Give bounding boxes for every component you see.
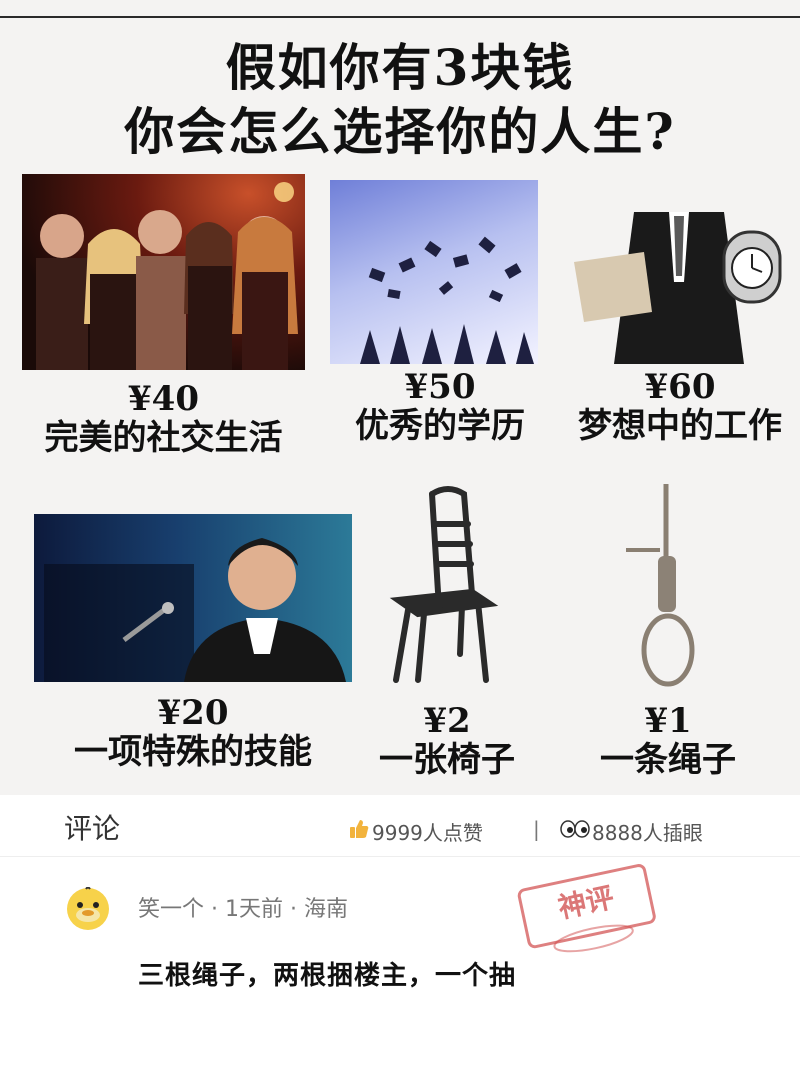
option-price: ¥20 [157,693,229,733]
chair-image [388,484,500,684]
special-skill-photo [34,514,352,682]
eyes-icon [560,819,590,844]
option-label: 优秀的学历 [355,406,525,446]
views-text: 8888人插眼 [592,821,703,845]
headline-line-2: 你会怎么选择你的人生? [124,102,676,161]
option-label: 完美的社交生活 [44,418,283,458]
option-label: 梦想中的工作 [578,406,782,446]
option-price: ¥50 [404,367,476,407]
social-life-photo [22,174,305,370]
rope-image [620,484,700,690]
stats-divider: | [533,817,540,841]
option-label: 一项特殊的技能 [74,732,312,772]
comment-item: 笑一个 · 1天前 · 海南 神评 三根绳子，两根捆楼主，一个抽 [0,857,800,1067]
option-label: 一条绳子 [600,740,736,780]
comment-text: 三根绳子，两根捆楼主，一个抽 [138,961,517,991]
views-counter[interactable]: 8888人插眼 [560,817,703,846]
likes-counter[interactable]: 9999人点赞 [348,817,483,846]
comments-header-bar: 评论 9999人点赞 | 8888人插眼 [0,795,800,857]
option-price: ¥40 [128,379,199,419]
likes-text: 9999人点赞 [372,821,483,845]
dream-job-photo [574,192,784,364]
post-image[interactable]: 假如你有3块钱 你会怎么选择你的人生? ¥40 完美的社交生活 ¥50 优秀的学… [0,0,800,795]
option-price: ¥1 [644,701,692,741]
comment-meta: 笑一个 · 1天前 · 海南 [138,897,348,922]
option-price: ¥60 [644,367,716,407]
education-photo [330,180,538,364]
top-rule [0,16,800,18]
god-comment-stamp: 神评 [510,853,666,970]
headline-line-1: 假如你有3块钱 [225,38,575,97]
option-price: ¥2 [423,701,471,741]
option-label: 一张椅子 [379,740,515,780]
comments-title: 评论 [64,812,121,845]
duck-avatar-icon[interactable] [66,886,110,931]
thumbs-up-icon [348,818,370,845]
